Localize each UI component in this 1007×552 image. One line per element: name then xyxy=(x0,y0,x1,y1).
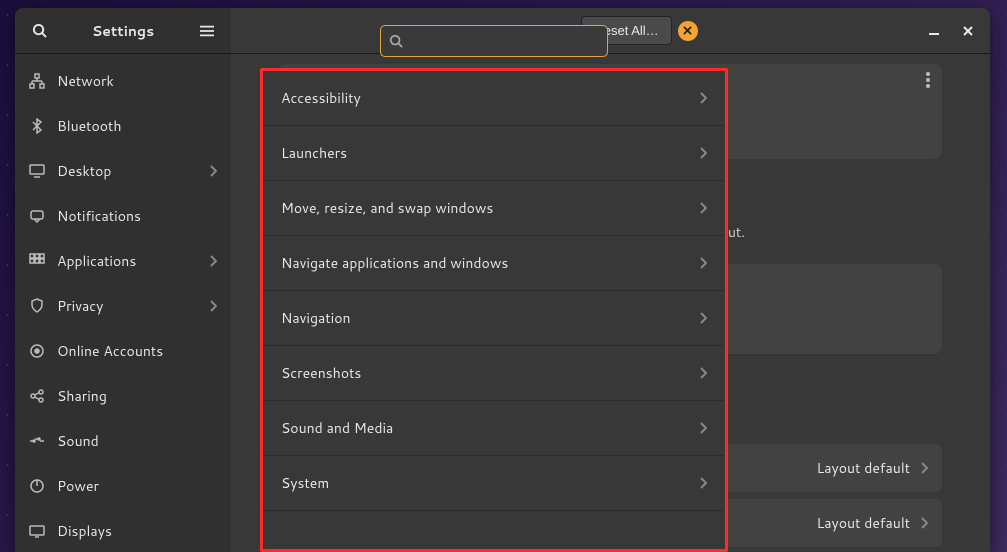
category-row-navigate-applications-and-windows[interactable]: Navigate applications and windows xyxy=(263,236,725,291)
sidebar-item-bluetooth[interactable]: Bluetooth xyxy=(15,103,231,148)
sidebar-item-label: Desktop xyxy=(57,161,197,181)
sidebar-item-label: Network xyxy=(57,71,217,91)
sidebar-item-applications[interactable]: Applications xyxy=(15,238,231,283)
close-window-button[interactable] xyxy=(954,17,982,45)
sound-icon xyxy=(29,433,45,449)
sidebar-item-label: Applications xyxy=(57,251,197,271)
chevron-right-icon xyxy=(699,92,707,104)
accounts-icon xyxy=(29,343,45,359)
sidebar-list: Network Bluetooth Desktop Notifications … xyxy=(15,54,231,552)
sharing-icon xyxy=(29,388,45,404)
sidebar-item-label: Sharing xyxy=(57,386,217,406)
category-label: System xyxy=(281,473,699,493)
privacy-icon xyxy=(29,298,45,314)
layout-row-1[interactable]: Layout default xyxy=(721,444,942,492)
sidebar-item-desktop[interactable]: Desktop xyxy=(15,148,231,193)
close-icon xyxy=(963,26,973,36)
category-row-sound-and-media[interactable]: Sound and Media xyxy=(263,401,725,456)
bluetooth-icon xyxy=(29,118,45,134)
sidebar-title: Settings xyxy=(59,21,187,41)
sidebar-item-label: Notifications xyxy=(57,206,217,226)
kebab-menu-button[interactable] xyxy=(926,72,930,88)
category-label: Accessibility xyxy=(281,88,699,108)
apps-icon xyxy=(29,253,45,269)
sidebar-item-network[interactable]: Network xyxy=(15,58,231,103)
layout-value: Layout default xyxy=(816,513,910,533)
sidebar-item-sound[interactable]: Sound xyxy=(15,418,231,463)
chevron-right-icon xyxy=(920,462,928,474)
chevron-right-icon xyxy=(699,312,707,324)
network-icon xyxy=(29,73,45,89)
sidebar-item-label: Privacy xyxy=(57,296,197,316)
chevron-right-icon xyxy=(699,147,707,159)
category-list: Accessibility Launchers Move, resize, an… xyxy=(260,68,728,552)
sidebar-item-notifications[interactable]: Notifications xyxy=(15,193,231,238)
sidebar-item-online-accounts[interactable]: Online Accounts xyxy=(15,328,231,373)
chevron-right-icon xyxy=(699,202,707,214)
category-row-move-resize-and-swap-windows[interactable]: Move, resize, and swap windows xyxy=(263,181,725,236)
chevron-right-icon xyxy=(209,300,217,312)
search-row xyxy=(248,14,740,68)
notifications-icon xyxy=(29,208,45,224)
chevron-right-icon xyxy=(699,367,707,379)
sidebar-item-privacy[interactable]: Privacy xyxy=(15,283,231,328)
sidebar-item-power[interactable]: Power xyxy=(15,463,231,508)
minimize-button[interactable] xyxy=(920,17,948,45)
sidebar-item-label: Sound xyxy=(57,431,217,451)
search-button[interactable] xyxy=(23,15,55,47)
search-input[interactable] xyxy=(409,33,599,49)
category-row-system[interactable]: System xyxy=(263,456,725,511)
sidebar: Settings Network Bluetooth Desktop Notif… xyxy=(15,8,231,552)
category-label: Navigation xyxy=(281,308,699,328)
sidebar-item-sharing[interactable]: Sharing xyxy=(15,373,231,418)
category-label: Sound and Media xyxy=(281,418,699,438)
category-label: Screenshots xyxy=(281,363,699,383)
sidebar-item-label: Displays xyxy=(57,521,217,541)
sidebar-header: Settings xyxy=(15,8,231,54)
chevron-right-icon xyxy=(209,255,217,267)
minimize-icon xyxy=(929,26,939,36)
hamburger-button[interactable] xyxy=(191,15,223,47)
sidebar-item-label: Power xyxy=(57,476,217,496)
layout-value: Layout default xyxy=(816,458,910,478)
category-label: Move, resize, and swap windows xyxy=(281,198,699,218)
chevron-right-icon xyxy=(209,165,217,177)
desktop-icon xyxy=(29,163,45,179)
chevron-right-icon xyxy=(920,517,928,529)
power-icon xyxy=(29,478,45,494)
layout-row-2[interactable]: Layout default xyxy=(721,499,942,547)
category-row-navigation[interactable]: Navigation xyxy=(263,291,725,346)
category-row-launchers[interactable]: Launchers xyxy=(263,126,725,181)
hamburger-icon xyxy=(200,24,214,38)
category-label: Navigate applications and windows xyxy=(281,253,699,273)
search-icon xyxy=(32,23,47,38)
kebab-icon xyxy=(926,72,930,88)
chevron-right-icon xyxy=(699,257,707,269)
sidebar-item-displays[interactable]: Displays xyxy=(15,508,231,552)
search-icon xyxy=(389,34,403,48)
category-row-accessibility[interactable]: Accessibility xyxy=(263,71,725,126)
search-input-wrap[interactable] xyxy=(380,25,608,57)
category-label: Launchers xyxy=(281,143,699,163)
category-row-screenshots[interactable]: Screenshots xyxy=(263,346,725,401)
chevron-right-icon xyxy=(699,422,707,434)
shortcut-categories-popover: Accessibility Launchers Move, resize, an… xyxy=(248,8,740,552)
sidebar-item-label: Bluetooth xyxy=(57,116,217,136)
displays-icon xyxy=(29,523,45,539)
chevron-right-icon xyxy=(699,477,707,489)
sidebar-item-label: Online Accounts xyxy=(57,341,217,361)
